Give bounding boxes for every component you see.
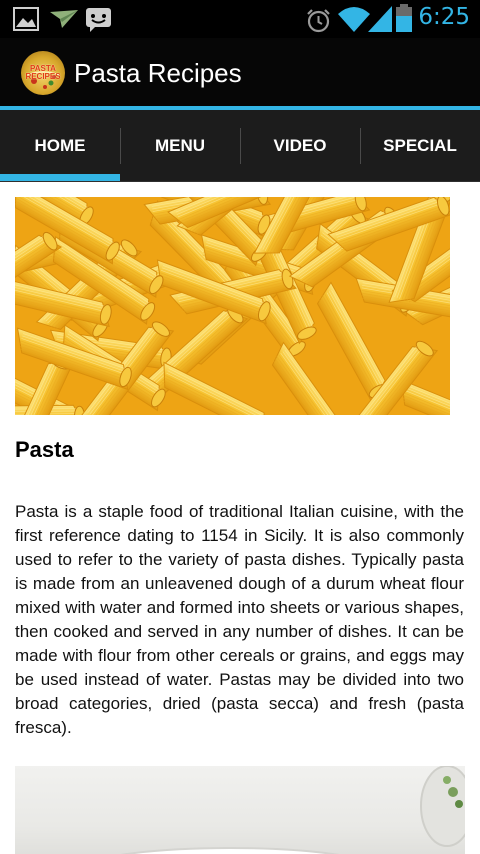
tab-label: SPECIAL <box>383 136 457 155</box>
signal-icon <box>368 6 392 32</box>
penne-pasta-image <box>15 197 450 415</box>
tab-label: HOME <box>34 136 86 155</box>
chat-icon <box>86 8 111 32</box>
logo-text: PASTA RECIPES <box>25 64 61 81</box>
article-title: Pasta <box>15 437 74 462</box>
wifi-icon <box>338 7 370 32</box>
tab-label: VIDEO <box>273 136 327 155</box>
app-logo[interactable]: PASTA RECIPES <box>21 51 65 95</box>
pasta-dish-illustration <box>120 766 465 854</box>
tab-video[interactable]: VIDEO <box>240 110 360 182</box>
status-bar: 6:25 <box>0 0 480 38</box>
send-icon <box>50 10 78 28</box>
tab-menu[interactable]: MENU <box>120 110 240 182</box>
alarm-icon <box>307 9 330 33</box>
pasta-dish-image <box>15 766 465 854</box>
gallery-icon <box>13 7 39 31</box>
status-time: 6:25 <box>418 4 470 30</box>
article-body: Pasta is a staple food of traditional It… <box>15 502 464 737</box>
tab-home[interactable]: HOME <box>0 110 120 182</box>
selected-tab-indicator <box>0 174 120 181</box>
battery-icon <box>396 4 412 32</box>
tab-bar: HOME MENU VIDEO SPECIAL <box>0 110 480 182</box>
tab-label: MENU <box>154 136 206 155</box>
app-title: Pasta Recipes <box>74 58 242 88</box>
tab-special[interactable]: SPECIAL <box>360 110 480 182</box>
action-bar: PASTA RECIPES Pasta Recipes <box>0 38 480 110</box>
article-scroll-area[interactable]: Pasta Pasta is a staple food of traditio… <box>0 182 480 854</box>
penne-illustration <box>15 197 450 415</box>
